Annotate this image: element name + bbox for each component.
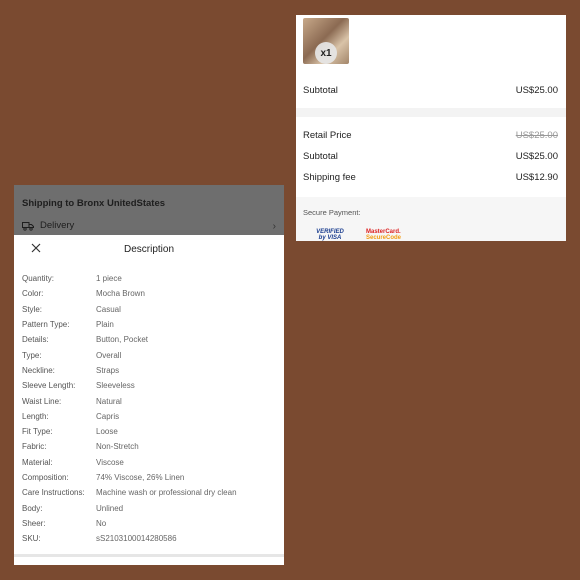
sheet-title: Description	[123, 244, 175, 255]
spec-value: 74% Viscose, 26% Linen	[96, 473, 185, 482]
spec-value: Sleeveless	[96, 381, 135, 391]
spec-key: Body:	[22, 503, 43, 513]
subtotal-row: Subtotal US$25.00	[303, 80, 558, 100]
spec-key: Neckline:	[22, 365, 55, 375]
spec-row: Pattern Type: Plain	[22, 317, 276, 332]
spec-value: Loose	[96, 427, 118, 437]
retail-price-value: US$25.00	[515, 129, 558, 141]
spec-row: Color: Mocha Brown	[22, 286, 276, 301]
truck-icon	[22, 221, 34, 231]
retail-price-row: Retail Price US$25.00	[303, 125, 558, 145]
spec-key: Color:	[22, 289, 44, 299]
spec-key: Waist Line:	[22, 396, 62, 406]
spec-value: No	[96, 518, 107, 528]
spec-key: SKU:	[22, 534, 41, 544]
spec-key: Fabric:	[22, 442, 47, 452]
visa-logo-text-bottom: by VISA	[318, 235, 342, 241]
spec-row: Fabric: Non-Stretch	[22, 439, 276, 454]
spec-row: Composition: 74% Viscose, 26% Linen	[22, 470, 276, 485]
spec-key: Length:	[22, 411, 49, 421]
spec-value: Casual	[96, 304, 121, 314]
subtotal-value-2: US$25.00	[515, 150, 558, 162]
spec-key: Care Instructions:	[22, 488, 85, 498]
spec-row: Neckline: Straps	[22, 363, 276, 378]
spec-key: Fit Type:	[22, 427, 53, 437]
spec-value: Machine wash or professional dry clean	[96, 488, 237, 498]
spec-value: Capris	[96, 411, 120, 421]
subtotal-label: Subtotal	[303, 84, 338, 96]
section-divider	[296, 108, 566, 117]
shipping-fee-value: US$12.90	[515, 171, 558, 183]
secure-payment-section: Secure Payment: VERIFIED by VISA MasterC…	[296, 197, 566, 241]
shipping-fee-row: Shipping fee US$12.90	[303, 167, 558, 187]
delivery-label: Delivery	[40, 220, 75, 231]
spec-value: Overall	[96, 350, 122, 360]
verified-by-visa-logo: VERIFIED by VISA	[316, 229, 344, 241]
spec-row: Fit Type: Loose	[22, 424, 276, 439]
spec-value: Non-Stretch	[96, 442, 139, 452]
quantity-badge: x1	[315, 42, 337, 64]
spec-key: Details:	[22, 335, 49, 345]
spec-value: sS2103100014280586	[96, 534, 177, 544]
spec-row: Care Instructions: Machine wash or profes…	[22, 485, 276, 500]
spec-key: Pattern Type:	[22, 320, 70, 330]
spec-key: Type:	[22, 350, 42, 360]
mastercard-securecode-logo: MasterCard. SecureCode	[366, 229, 402, 241]
retail-price-label: Retail Price	[303, 129, 352, 141]
delivery-row[interactable]: Delivery	[22, 220, 74, 231]
spec-row: SKU: sS2103100014280586	[22, 531, 276, 546]
spec-row: Style: Casual	[22, 302, 276, 317]
secure-payment-label: Secure Payment:	[303, 208, 361, 217]
spec-row: Material: Viscose	[22, 455, 276, 470]
subtotal-value: US$25.00	[515, 84, 558, 96]
spec-value: Unlined	[96, 503, 124, 513]
spec-key: Material:	[22, 457, 53, 467]
spec-row: Type: Overall	[22, 347, 276, 362]
spec-list: Quantity: 1 piece Color: Mocha Brown Style: C…	[22, 271, 276, 546]
spec-value: Mocha Brown	[96, 289, 145, 299]
product-thumbnail[interactable]: x1	[303, 18, 349, 64]
spec-row: Quantity: 1 piece	[22, 271, 276, 286]
spec-value: Button, Pocket	[96, 335, 149, 345]
spec-key: Style:	[22, 304, 43, 314]
spec-key: Sleeve Length:	[22, 381, 76, 391]
cart-summary-card: x1 Subtotal US$25.00 Retail Price US$25.…	[296, 15, 566, 241]
spec-value: 1 piece	[96, 274, 122, 284]
subtotal-row-2: Subtotal US$25.00	[303, 146, 558, 166]
spec-key: Sheer:	[22, 518, 46, 528]
subtotal-label-2: Subtotal	[303, 150, 338, 162]
spec-row: Sleeve Length: Sleeveless	[22, 378, 276, 393]
shipping-fee-label: Shipping fee	[303, 171, 356, 183]
shipping-title: Shipping to Bronx UnitedStates	[22, 198, 166, 209]
spec-value: Plain	[96, 320, 114, 330]
spec-row: Details: Button, Pocket	[22, 332, 276, 347]
spec-row: Body: Unlined	[22, 500, 276, 515]
spec-key: Quantity:	[22, 274, 55, 284]
description-sheet: Description Quantity: 1 piece Color: Mocha …	[14, 235, 284, 565]
shipping-header: Shipping to Bronx UnitedStates Delivery …	[14, 185, 284, 235]
spec-value: Natural	[96, 396, 122, 406]
spec-value: Straps	[96, 365, 120, 375]
spec-row: Waist Line: Natural	[22, 393, 276, 408]
spec-value: Viscose	[96, 457, 124, 467]
spec-row: Length: Capris	[22, 409, 276, 424]
spec-key: Composition:	[22, 473, 69, 482]
sheet-bottom-bar	[14, 554, 284, 557]
chevron-right-icon[interactable]: ›	[273, 221, 276, 232]
spec-row: Sheer: No	[22, 516, 276, 531]
mastercard-logo-text-bottom: SecureCode	[366, 235, 402, 241]
